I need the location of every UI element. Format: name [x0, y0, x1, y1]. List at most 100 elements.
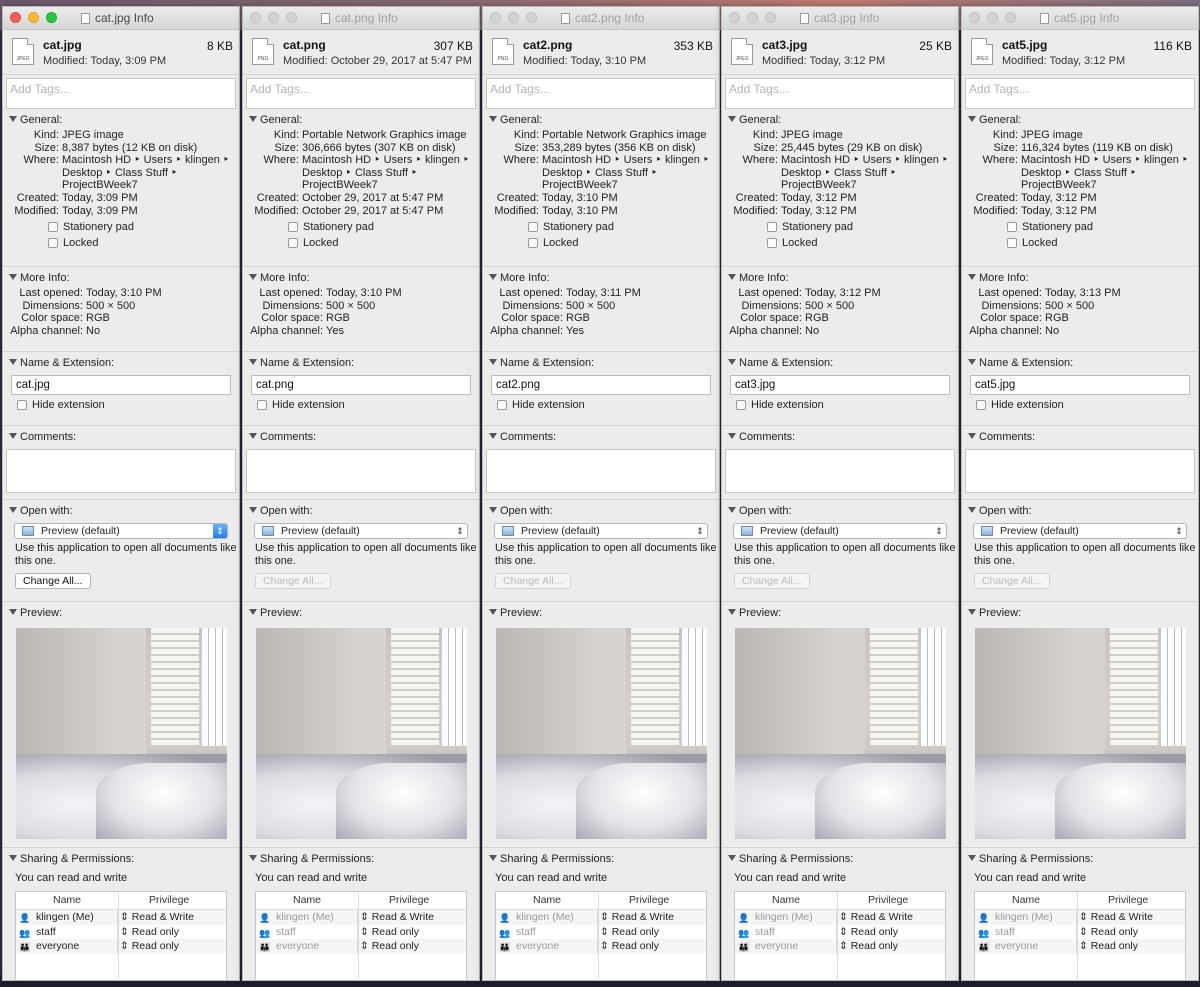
disclosure-triangle-icon[interactable] [489, 359, 497, 365]
disclosure-triangle-icon[interactable] [728, 274, 736, 280]
col-name[interactable]: Name [256, 892, 359, 909]
open-with-dropdown[interactable]: Preview (default) ⇕ [14, 523, 228, 539]
filename-input[interactable]: cat.jpg [11, 375, 231, 395]
table-row[interactable]: 👤 klingen (Me) ⇕ Read & Write [256, 910, 466, 925]
sharing-section-header[interactable]: Sharing & Permissions: [962, 853, 1198, 868]
minimize-window-button[interactable] [987, 12, 998, 23]
change-all-button[interactable]: Change All... [974, 573, 1050, 589]
disclosure-triangle-icon[interactable] [249, 507, 257, 513]
hide-extension-row[interactable]: Hide extension [483, 397, 719, 413]
general-section-header[interactable]: General: [722, 114, 958, 129]
locked-checkbox-row[interactable]: Locked [483, 235, 719, 251]
disclosure-triangle-icon[interactable] [728, 359, 736, 365]
permissions-table[interactable]: Name Privilege 👤 klingen (Me) ⇕ Read & Writ… [255, 891, 467, 980]
close-window-button[interactable] [969, 12, 980, 23]
table-row[interactable]: 👥 staff ⇕ Read only [735, 924, 945, 939]
title-bar[interactable]: cat.png Info [243, 7, 479, 30]
col-privilege[interactable]: Privilege [119, 892, 226, 909]
col-privilege[interactable]: Privilege [1078, 892, 1185, 909]
table-row[interactable]: 👤 klingen (Me) ⇕ Read & Write [975, 910, 1185, 925]
privilege-cell[interactable]: ⇕ Read only [358, 939, 466, 954]
disclosure-triangle-icon[interactable] [489, 507, 497, 513]
disclosure-triangle-icon[interactable] [9, 433, 17, 439]
privilege-cell[interactable]: ⇕ Read only [837, 939, 945, 954]
table-row[interactable]: 👤 klingen (Me) ⇕ Read & Write [496, 910, 706, 925]
disclosure-triangle-icon[interactable] [489, 609, 497, 615]
disclosure-triangle-icon[interactable] [728, 507, 736, 513]
privilege-cell[interactable]: ⇕ Read only [1077, 925, 1185, 940]
stationery-checkbox-row[interactable]: Stationery pad [3, 219, 239, 235]
comments-section-header[interactable]: Comments: [722, 431, 958, 446]
open-with-section-header[interactable]: Open with: [243, 505, 479, 520]
sharing-section-header[interactable]: Sharing & Permissions: [483, 853, 719, 868]
disclosure-triangle-icon[interactable] [249, 359, 257, 365]
stationery-checkbox-row[interactable]: Stationery pad [243, 219, 479, 235]
filename-input[interactable]: cat3.jpg [730, 375, 950, 395]
comments-field[interactable] [725, 449, 955, 493]
disclosure-triangle-icon[interactable] [728, 855, 736, 861]
table-row[interactable]: 👪 everyone ⇕ Read only [256, 939, 466, 954]
title-bar[interactable]: cat2.png Info [483, 7, 719, 30]
disclosure-triangle-icon[interactable] [968, 609, 976, 615]
disclosure-triangle-icon[interactable] [489, 433, 497, 439]
minimize-window-button[interactable] [747, 12, 758, 23]
comments-section-header[interactable]: Comments: [483, 431, 719, 446]
zoom-window-button[interactable] [46, 12, 57, 23]
stationery-checkbox[interactable] [1007, 222, 1017, 233]
hide-extension-checkbox[interactable] [736, 400, 746, 410]
locked-checkbox-row[interactable]: Locked [722, 235, 958, 251]
locked-checkbox[interactable] [288, 238, 298, 249]
disclosure-triangle-icon[interactable] [9, 507, 17, 513]
table-row[interactable]: 👤 klingen (Me) ⇕ Read & Write [735, 910, 945, 925]
disclosure-triangle-icon[interactable] [489, 274, 497, 280]
tags-field[interactable]: Add Tags... [965, 78, 1195, 109]
title-bar[interactable]: cat.jpg Info [3, 7, 239, 30]
privilege-cell[interactable]: ⇕ Read only [598, 939, 706, 954]
more-info-section-header[interactable]: More Info: [483, 272, 719, 287]
preview-section-header[interactable]: Preview: [243, 607, 479, 622]
col-privilege[interactable]: Privilege [359, 892, 466, 909]
info-window-5[interactable]: cat5.jpg Info JPEG cat5.jpg 116 KB Modif… [961, 6, 1199, 981]
privilege-cell[interactable]: ⇕ Read only [598, 925, 706, 940]
more-info-section-header[interactable]: More Info: [243, 272, 479, 287]
comments-field[interactable] [965, 449, 1195, 493]
hide-extension-row[interactable]: Hide extension [962, 397, 1198, 413]
change-all-button[interactable]: Change All... [734, 573, 810, 589]
general-section-header[interactable]: General: [962, 114, 1198, 129]
info-window-1[interactable]: cat.jpg Info JPEG cat.jpg 8 KB Modified:… [2, 6, 240, 981]
zoom-window-button[interactable] [286, 12, 297, 23]
disclosure-triangle-icon[interactable] [9, 609, 17, 615]
title-bar[interactable]: cat5.jpg Info [962, 7, 1198, 30]
preview-section-header[interactable]: Preview: [3, 607, 239, 622]
preview-section-header[interactable]: Preview: [962, 607, 1198, 622]
stationery-checkbox[interactable] [288, 222, 298, 233]
table-row[interactable]: 👥 staff ⇕ Read only [975, 924, 1185, 940]
disclosure-triangle-icon[interactable] [9, 359, 17, 365]
name-extension-section-header[interactable]: Name & Extension: [722, 357, 958, 372]
comments-field[interactable] [486, 449, 716, 493]
table-row[interactable]: 👤 klingen (Me) ⇕ Read & Write [16, 910, 226, 925]
permissions-table[interactable]: Name Privilege 👤 klingen (Me) ⇕ Read & Writ… [974, 891, 1186, 980]
more-info-section-header[interactable]: More Info: [962, 272, 1198, 287]
locked-checkbox-row[interactable]: Locked [962, 235, 1198, 251]
col-name[interactable]: Name [16, 892, 119, 909]
table-row[interactable]: 👪 everyone ⇕ Read only [16, 939, 226, 954]
privilege-cell[interactable]: ⇕ Read & Write [358, 910, 466, 925]
zoom-window-button[interactable] [526, 12, 537, 23]
disclosure-triangle-icon[interactable] [249, 433, 257, 439]
col-name[interactable]: Name [735, 892, 838, 909]
hide-extension-checkbox[interactable] [257, 400, 267, 410]
more-info-section-header[interactable]: More Info: [722, 272, 958, 287]
name-extension-section-header[interactable]: Name & Extension: [483, 357, 719, 372]
tags-field[interactable]: Add Tags... [246, 78, 476, 109]
name-extension-section-header[interactable]: Name & Extension: [3, 357, 239, 372]
tags-field[interactable]: Add Tags... [725, 78, 955, 109]
disclosure-triangle-icon[interactable] [9, 274, 17, 280]
open-with-section-header[interactable]: Open with: [3, 505, 239, 520]
privilege-cell[interactable]: ⇕ Read & Write [837, 910, 945, 925]
table-row[interactable]: 👥 staff ⇕ Read only [16, 924, 226, 940]
permissions-table[interactable]: Name Privilege 👤 klingen (Me) ⇕ Read & Writ… [734, 891, 946, 980]
privilege-cell[interactable]: ⇕ Read only [358, 925, 466, 940]
privilege-cell[interactable]: ⇕ Read only [118, 939, 226, 954]
privilege-cell[interactable]: ⇕ Read only [118, 925, 226, 940]
